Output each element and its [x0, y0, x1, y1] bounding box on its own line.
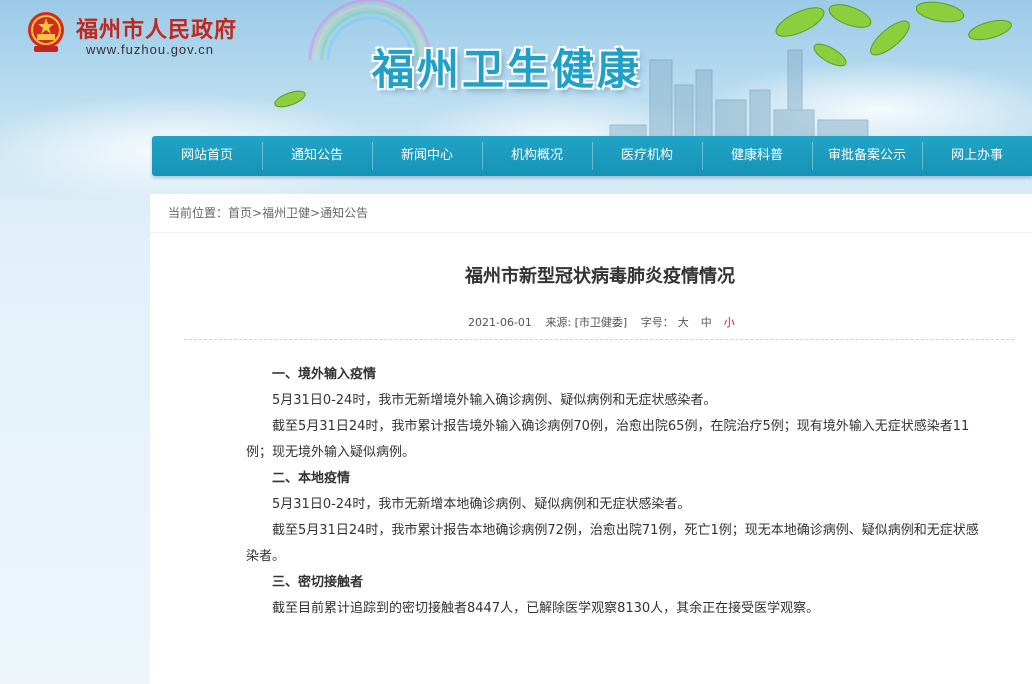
- font-size-label: 字号：: [640, 316, 674, 329]
- font-size-medium-button[interactable]: 中: [701, 316, 712, 329]
- content-panel: 当前位置：首页>福州卫健>通知公告 福州市新型冠状病毒肺炎疫情情况 2021-0…: [150, 194, 1032, 684]
- leaves-decoration: [775, 1, 1012, 67]
- breadcrumb-prefix: 当前位置：: [168, 206, 229, 220]
- section-heading: 三、密切接触者: [272, 575, 364, 590]
- breadcrumb-separator: >: [310, 206, 321, 220]
- paragraph: 5月31日0-24时，我市无新增本地确诊病例、疑似病例和无症状感染者。: [272, 497, 691, 512]
- nav-item-approval-publicity[interactable]: 审批备案公示: [812, 136, 922, 176]
- nav-item-news[interactable]: 新闻中心: [372, 136, 482, 176]
- nav-item-medical-institutions[interactable]: 医疗机构: [592, 136, 702, 176]
- divider: [184, 339, 1014, 340]
- breadcrumb-separator: >: [252, 206, 263, 220]
- article-body: 一、境外输入疫情 5月31日0-24时，我市无新增境外输入确诊病例、疑似病例和无…: [246, 362, 986, 622]
- paragraph: 截至5月31日24时，我市累计报告境外输入确诊病例70例，治愈出院65例，在院治…: [246, 419, 970, 460]
- divider: [150, 232, 1032, 233]
- breadcrumb-link-notices[interactable]: 通知公告: [320, 206, 368, 220]
- article-source: 来源: [市卫健委]: [545, 316, 628, 329]
- leaf-icon: [274, 90, 306, 108]
- nav-item-notices[interactable]: 通知公告: [262, 136, 372, 176]
- breadcrumb-link-home[interactable]: 首页: [228, 206, 252, 220]
- nav-item-home[interactable]: 网站首页: [152, 136, 262, 176]
- article-meta: 2021-06-01 来源: [市卫健委] 字号： 大中小: [468, 314, 747, 330]
- breadcrumb-link-fuzhou-health[interactable]: 福州卫健: [262, 206, 310, 220]
- paragraph: 5月31日0-24时，我市无新增境外输入确诊病例、疑似病例和无症状感染者。: [272, 393, 717, 408]
- paragraph: 截至目前累计追踪到的密切接触者8447人，已解除医学观察8130人，其余正在接受…: [272, 601, 820, 616]
- section-heading: 二、本地疫情: [272, 471, 351, 486]
- paragraph: 截至5月31日24时，我市累计报告本地确诊病例72例，治愈出院71例，死亡1例；…: [246, 523, 979, 564]
- nav-item-online-services[interactable]: 网上办事: [922, 136, 1032, 176]
- gov-url[interactable]: www.fuzhou.gov.cn: [86, 42, 214, 57]
- article-title: 福州市新型冠状病毒肺炎疫情情况: [465, 266, 735, 287]
- gov-name[interactable]: 福州市人民政府: [76, 12, 237, 44]
- breadcrumb: 当前位置：首页>福州卫健>通知公告: [168, 204, 368, 221]
- nav-item-health-science[interactable]: 健康科普: [702, 136, 812, 176]
- section-heading: 一、境外输入疫情: [272, 367, 377, 382]
- main-nav: 网站首页 通知公告 新闻中心 机构概况 医疗机构 健康科普 审批备案公示 网上办…: [152, 136, 1032, 176]
- font-size-large-button[interactable]: 大: [678, 316, 689, 329]
- font-size-small-button[interactable]: 小: [724, 316, 735, 329]
- nav-item-about[interactable]: 机构概况: [482, 136, 592, 176]
- article-date: 2021-06-01: [468, 316, 532, 329]
- national-emblem-icon: [28, 12, 64, 52]
